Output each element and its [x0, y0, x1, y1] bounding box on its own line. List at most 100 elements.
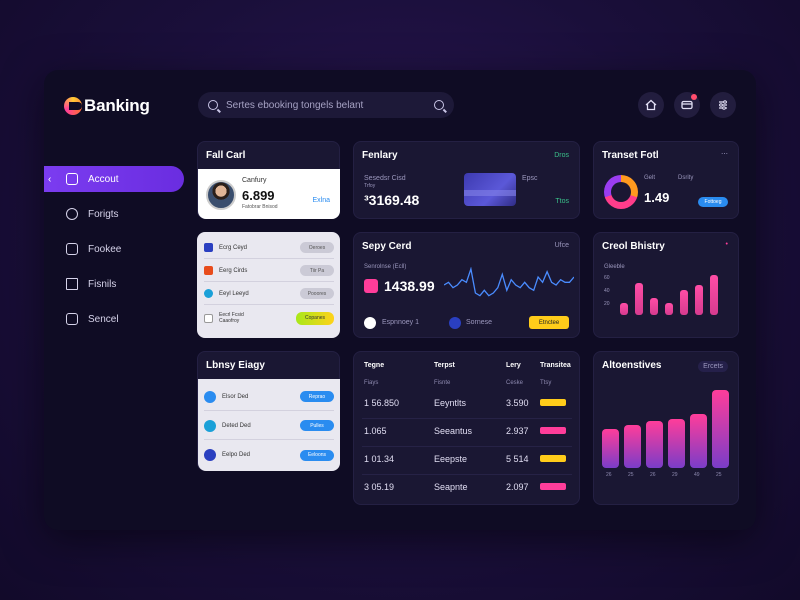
sidebar-item-account[interactable]: ‹ Accout	[44, 166, 184, 192]
table-row[interactable]: 1 01.34 Eeepste 5 514	[364, 454, 570, 464]
sidebar-item-label: Sencel	[88, 313, 119, 325]
panel-title: Lbnsy Eiagy	[206, 360, 265, 371]
credit-bar	[710, 275, 718, 315]
list-item-button[interactable]: Pulles	[300, 420, 334, 431]
search-submit-icon[interactable]	[434, 100, 444, 110]
alternatives-bar	[668, 419, 685, 468]
y-tick-label: 60	[604, 275, 610, 281]
status-tag	[540, 399, 566, 406]
list-item-button[interactable]: Eeloons	[300, 449, 334, 461]
line-chart	[444, 267, 574, 297]
column-subheader: Ttsy	[540, 380, 552, 386]
app-window: Banking ‹ Accout Forigts Fookee Fisn	[44, 70, 756, 530]
wallet-icon	[66, 243, 78, 255]
search-input[interactable]	[226, 99, 426, 111]
home-icon	[645, 99, 657, 111]
credit-bar	[620, 302, 628, 315]
list-item[interactable]: Eeyl Leeyd Pooores	[204, 283, 334, 305]
card-amount: 6.899	[242, 188, 275, 203]
sidebar-item-fookee[interactable]: Fookee	[44, 236, 184, 262]
list-item-label: Ecrg Ceyd	[219, 244, 248, 251]
alternatives-bar	[690, 414, 707, 468]
credit-card-image[interactable]	[464, 173, 516, 206]
user-icon	[364, 317, 376, 329]
avatar	[206, 180, 236, 210]
filter-badge[interactable]: Ercets	[698, 361, 728, 372]
cell-amount: 1.065	[364, 426, 387, 436]
x-tick-label: 25	[716, 472, 722, 478]
sidebar-item-sencel[interactable]: Sencel	[44, 306, 184, 332]
search-bar[interactable]	[198, 92, 454, 118]
family-card-panel: Fenlary Dros Sesedsr Cisd Trfoy ³3169.48…	[353, 141, 580, 219]
panel-title: Altoenstives	[602, 360, 662, 371]
list-item[interactable]: Eecrl Fcsid Caaofroy Copanes	[204, 307, 334, 329]
more-icon[interactable]: •	[726, 241, 728, 248]
line-series	[444, 267, 574, 297]
list-item-button[interactable]: Reprao	[300, 391, 334, 402]
bank-icon	[204, 266, 213, 275]
sidebar-item-fisnils[interactable]: Fisnils	[44, 271, 184, 297]
x-tick-label: 26	[606, 472, 612, 478]
home-button[interactable]	[638, 92, 664, 118]
table-row[interactable]: 3 05.19 Seapnte 2.097	[364, 482, 570, 492]
settings-button[interactable]	[710, 92, 736, 118]
lousy-list: Elsor Ded Reprao Deted Ded Pulles Eelpo …	[198, 379, 340, 471]
contact-icon	[204, 390, 216, 403]
column-header: Terpst	[434, 362, 455, 369]
list-item[interactable]: Ecrg Ceyd Oeroes	[204, 237, 334, 259]
table-row[interactable]: 1 56.850 Eeyntlts 3.590	[364, 398, 570, 408]
alternatives-panel: Altoenstives Ercets 26 25 26 29 49 25	[593, 351, 739, 505]
list-item-label: Eelpo Ded	[222, 452, 251, 458]
list-item[interactable]: Eelpo Ded Eeloons	[204, 441, 334, 469]
cell-amount: 1 56.850	[364, 398, 400, 408]
table-row[interactable]: 1.065 Seeantus 2.937	[364, 426, 570, 436]
list-item[interactable]: Elsor Ded Reprao	[204, 383, 334, 411]
list-item[interactable]: Deted Ded Pulles	[204, 412, 334, 440]
panel-title: Transet Fotl	[602, 150, 659, 161]
bar-chart	[620, 273, 730, 315]
lousy-panel: Lbnsy Eiagy Elsor Ded Reprao Deted Ded P…	[197, 351, 340, 471]
document-icon	[66, 313, 78, 325]
messages-button[interactable]	[674, 92, 700, 118]
column-header: Transitea	[540, 362, 571, 369]
card-amount: 1438.99	[384, 278, 435, 294]
sidebar-item-label: Fookee	[88, 243, 122, 255]
more-icon[interactable]: ⋯	[721, 150, 728, 158]
transact-panel: Transet Fotl ⋯ Gelt Dsrity 1.49 Fottoeg	[593, 141, 739, 219]
chart-label: Gleeble	[604, 264, 625, 270]
cell-type: Eeyntlts	[434, 398, 467, 408]
column-header: Tegne	[364, 362, 385, 369]
panel-title: Creol Bhistry	[602, 241, 665, 252]
bank-icon	[449, 317, 461, 329]
cell-amount: 3 05.19	[364, 482, 395, 492]
list-item-label: Elsor Ded	[222, 393, 249, 400]
list-item-button[interactable]: Oeroes	[300, 242, 334, 253]
sidebar-item-forigts[interactable]: Forigts	[44, 201, 184, 227]
chart-label: Senrolnse (Ecll)	[364, 264, 407, 270]
list-item-button[interactable]: Copanes	[296, 311, 334, 325]
transact-button[interactable]: Fottoeg	[698, 197, 728, 207]
sidebar-item-label: Forigts	[88, 208, 119, 220]
panel-title: Fall Carl	[206, 150, 246, 161]
credit-bar	[680, 290, 688, 315]
panel-title: Sepy Cerd	[362, 241, 412, 252]
transactions-table: Tegne Terpst Lery Transitea Fiays Fisnte…	[353, 351, 580, 505]
chip-label: Sornese	[466, 319, 493, 326]
contact-icon	[204, 419, 216, 432]
x-tick-label: 29	[672, 472, 678, 478]
list-item-label: Eeyl Leeyd	[219, 290, 249, 297]
list-item-button[interactable]: Pooores	[300, 288, 334, 299]
credit-bar	[695, 285, 703, 315]
x-tick-label: 26	[650, 472, 656, 478]
list-item[interactable]: Eerg Cirds Tiir Pa	[204, 260, 334, 282]
sepy-action-button[interactable]: Etnctee	[529, 316, 569, 329]
list-item-button[interactable]: Tiir Pa	[300, 265, 334, 276]
row-divider	[362, 446, 572, 447]
list-item-label: Deted Ded	[222, 422, 251, 429]
bank-icon	[204, 289, 213, 298]
profile-card[interactable]: Canfury 6.899 Fatobrar Bnisod Exlna	[198, 169, 340, 219]
sliders-icon	[719, 100, 727, 110]
chart-icon	[66, 278, 78, 290]
expand-link[interactable]: Exlna	[312, 197, 330, 204]
column-subheader: Ceske	[506, 380, 524, 386]
